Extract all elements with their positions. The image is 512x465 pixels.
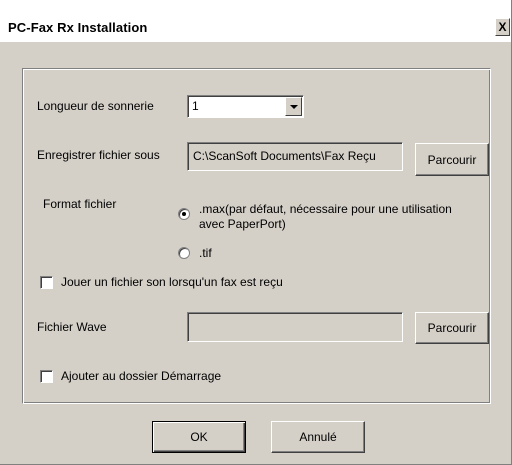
format-tif-radio[interactable] xyxy=(178,247,190,259)
play-sound-label: Jouer un fichier son lorsqu'un fax est r… xyxy=(61,275,283,289)
format-tif-label: .tif xyxy=(199,246,212,260)
browse-wave-file-button[interactable]: Parcourir xyxy=(415,312,489,344)
ring-length-label: Longueur de sonnerie xyxy=(37,99,154,113)
settings-group-box xyxy=(22,68,491,404)
title-bar[interactable]: PC-Fax Rx Installation X xyxy=(0,0,511,42)
cancel-button[interactable]: Annulé xyxy=(271,421,365,453)
format-max-label-line2: avec PaperPort) xyxy=(199,217,286,231)
ring-length-value: 1 xyxy=(192,99,199,113)
add-startup-label: Ajouter au dossier Démarrage xyxy=(61,369,222,383)
close-icon: X xyxy=(498,20,507,34)
wave-file-field[interactable] xyxy=(187,312,403,342)
close-button[interactable]: X xyxy=(495,18,510,36)
wave-file-label: Fichier Wave xyxy=(37,320,107,334)
chevron-down-icon[interactable] xyxy=(285,97,302,116)
ring-length-select[interactable]: 1 xyxy=(187,95,304,118)
save-path-field[interactable]: C:\ScanSoft Documents\Fax Reçu xyxy=(187,142,403,171)
format-max-radio[interactable] xyxy=(178,208,190,220)
add-startup-checkbox[interactable] xyxy=(40,370,53,383)
file-format-label: Format fichier xyxy=(43,197,117,211)
play-sound-checkbox[interactable] xyxy=(40,276,53,289)
pc-fax-rx-installation-dialog: PC-Fax Rx Installation X Longueur de son… xyxy=(0,0,512,465)
format-max-label-line1: .max(par défaut, nécessaire pour une uti… xyxy=(199,202,452,216)
save-file-label: Enregistrer fichier sous xyxy=(37,148,160,162)
window-title: PC-Fax Rx Installation xyxy=(8,20,148,35)
browse-save-path-button[interactable]: Parcourir xyxy=(415,143,489,176)
ok-button[interactable]: OK xyxy=(152,421,246,453)
